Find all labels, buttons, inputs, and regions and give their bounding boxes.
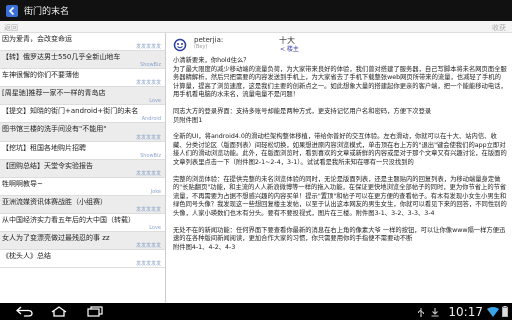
topic-board: ShowBiz [140,62,161,69]
topic-board: 发发发发发 [135,134,161,141]
topic-board: 发发发发发 [135,243,161,250]
wifi-icon [487,306,499,317]
back-to-op-link[interactable]: < 楼主 [280,44,299,53]
topic-board: 发发发发发 [135,261,161,268]
post-header: peterjia: (Bey) 十大 < 楼主 [167,33,512,53]
topic-board: 发发发发发 [135,170,161,177]
topic-row[interactable]: 【提交】知晓的街门+android+街门的未名 Android [0,105,165,124]
home-nav-icon[interactable] [48,306,70,317]
post-paragraph: 完整的浏览体验：在提供完整的未名浏览体验的同时，无论是版面列表，还是主题贴内的回… [173,175,507,217]
app-title: 街门的末名 [24,7,70,17]
topic-board: Joke [150,188,161,195]
status-area[interactable]: 10:17 [416,303,508,320]
topic-board: ShowBiz [140,152,161,159]
topic-row[interactable]: 【转】俄罗达男士550几乎全新山地车 ShowBiz [0,51,165,70]
topic-row[interactable]: 【团购总结】天堂令实验报告 发发发发发 [0,159,165,178]
topic-title: [周星驰]推荐一家不一样的青岛店 [2,89,106,98]
post-paragraph: 无处不在的新闻功能：任何界面下要查看你最新的消息在右上角的像素大爷 一样的按钮，… [173,226,506,251]
system-nav-bar: 10:17 [0,303,512,320]
topic-row[interactable]: 牲啊啊教导~ Joke [0,177,165,196]
sub-bar: 返回 收获 [0,21,512,33]
topic-title: 【提交】知晓的街门+android+街门的未名 [2,107,139,116]
post-paragraph: 小清新要来，你hold住么？ 为了最大限度的减少移动端的流量负荷，为大家带来良好… [173,57,507,99]
sub-bar-right[interactable]: 收获 [492,23,506,33]
topic-title: 从中国经济实力看五年后的大中国（转载） [2,215,135,224]
topic-board: Love [149,98,161,105]
topic-row[interactable]: 图书馆三楼的洗手间没有"不能用" 发发发发发 [0,123,165,142]
app-bar: 街门的末名 [0,0,512,21]
topic-board: 发发发发发 [135,80,161,87]
topic-list[interactable]: 因为爱青，会改变命运 发发发发发 【转】俄罗达男士550几乎全新山地车 ShowBiz… [0,33,166,303]
download-icon [430,307,440,317]
topic-title: 牲啊啊教导~ [2,179,43,188]
topic-row[interactable]: 【挖坑】租国各地购片招聘 ShowBiz [0,141,165,160]
topic-row[interactable]: 车神很懈的你们不要薄他 发发发发发 [0,69,165,88]
post-paragraph: 全新的UI，将android4.0的滑动栏架构整体移植，带给你普好的交互体验。左… [173,133,507,166]
topic-row[interactable]: 《枕头人》总结 发发发发发 [0,250,165,269]
topic-board: Android [141,116,161,123]
topic-board: 发发发发发 [135,206,161,213]
recent-apps-nav-icon[interactable] [84,306,106,317]
topic-title: 【挖坑】租国各地购片招聘 [2,143,86,152]
post-author[interactable]: peterjia: [194,36,223,44]
back-nav-icon[interactable] [14,306,36,317]
avatar[interactable] [173,37,187,52]
back-arrow-icon[interactable] [5,4,19,18]
topic-row[interactable]: 因为爱青，会改变命运 发发发发发 [0,33,165,52]
post-body: 小清新要来，你hold住么？ 为了最大限度的减少移动端的流量负荷，为大家带来良好… [173,57,507,260]
post-author-role: (Bey) [194,44,208,50]
topic-board: Love [149,225,161,232]
topic-board: 发发发发发 [135,44,161,51]
battery-icon [502,306,508,317]
topic-row[interactable]: 亚洲流媒资讯体赛战胜（小组赛） 发发发发发 [0,195,165,214]
topic-row[interactable]: [周星驰]推荐一家不一样的青岛店 Love [0,87,165,106]
topic-title: 【转】俄罗达男士550几乎全新山地车 [2,53,121,62]
usb-icon [416,307,426,317]
post-detail: peterjia: (Bey) 十大 < 楼主 小清新要来，你hold住么？ 为… [167,33,512,303]
clock: 10:17 [448,304,483,319]
sub-bar-left[interactable]: 返回 [4,23,18,33]
post-paragraph: 同志大方的登录界面：支持多账号却能是两种方式，更支持记忆用户名和密码，方便下次登… [173,107,432,124]
topic-row[interactable]: 从中国经济实力看五年后的大中国（转载） Love [0,213,165,233]
topic-row[interactable]: 女人为了变漂亮做过最残忍的事 zz 发发发发发 [0,232,165,251]
